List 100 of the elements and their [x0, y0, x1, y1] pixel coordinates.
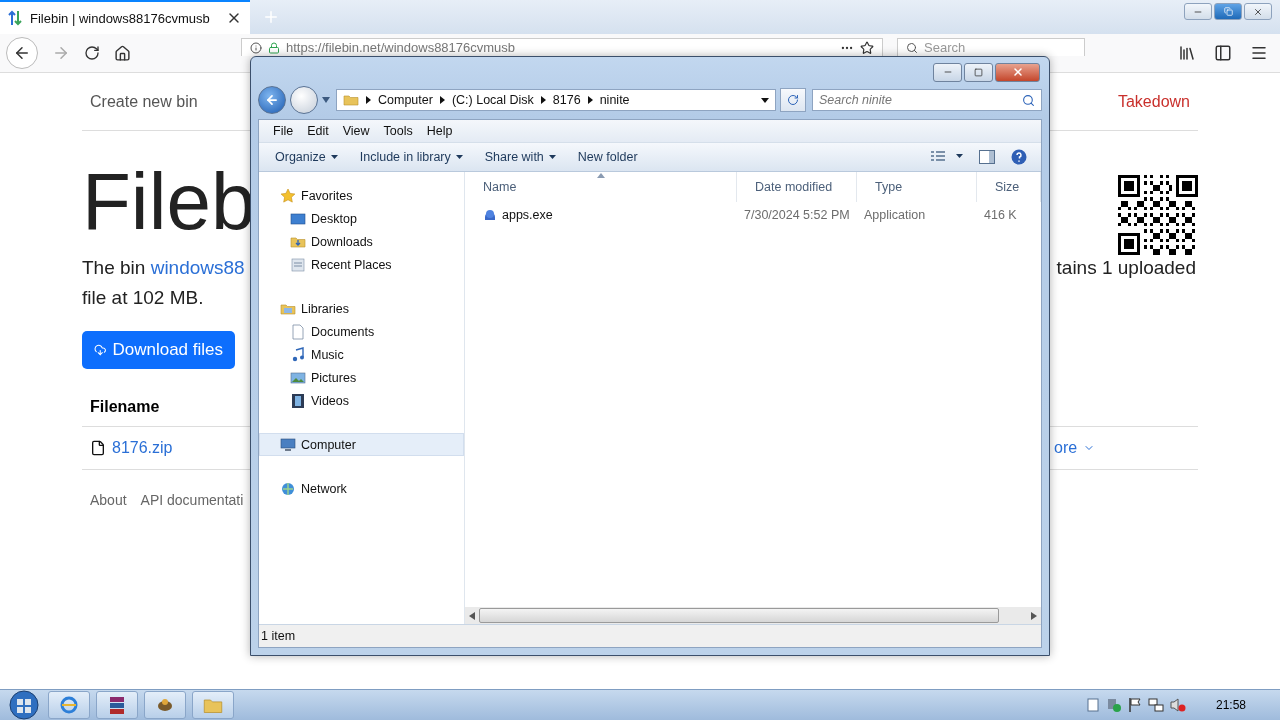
file-link[interactable]: 8176.zip [112, 439, 173, 457]
history-dropdown-icon[interactable] [322, 97, 330, 103]
column-header[interactable]: Type [857, 172, 977, 202]
scroll-right-icon[interactable] [1031, 611, 1037, 620]
flag-icon[interactable] [1127, 697, 1142, 713]
taskbar-button[interactable] [144, 691, 186, 719]
chevron-icon [540, 96, 546, 104]
footer-link[interactable]: About [90, 492, 127, 508]
menu-icon[interactable] [1250, 44, 1268, 62]
taskbar-button[interactable] [96, 691, 138, 719]
menu-item[interactable]: Help [426, 124, 453, 138]
menu-item[interactable]: View [342, 124, 370, 138]
sort-arrow-icon [596, 173, 605, 178]
nav-tree-item[interactable]: Documents [259, 320, 464, 343]
url-text: https://filebin.net/windows88176cvmusb [286, 40, 517, 55]
nav-tree-item[interactable]: Pictures [259, 366, 464, 389]
toolbar-button[interactable]: Organize [267, 147, 346, 167]
application-icon [483, 208, 497, 222]
maximize-button[interactable] [964, 62, 993, 82]
close-icon [1011, 66, 1024, 78]
scrollbar[interactable] [465, 607, 1041, 624]
back-button[interactable] [6, 37, 38, 69]
preview-pane-icon[interactable] [979, 150, 995, 164]
file-detail: Application [864, 208, 926, 222]
file-name: apps.exe [502, 208, 553, 222]
intro-text: tains 1 uploaded [1056, 257, 1196, 279]
scroll-left-icon[interactable] [469, 611, 475, 620]
back-button[interactable] [258, 86, 286, 114]
scrollbar-thumb[interactable] [479, 608, 999, 623]
network-icon[interactable] [1147, 697, 1164, 713]
filebin-logo-icon [8, 10, 22, 26]
folder-icon [343, 92, 359, 108]
help-icon[interactable] [1011, 149, 1027, 165]
takedown-link[interactable]: Takedown [1117, 92, 1190, 111]
nav-tree-item[interactable]: Desktop [259, 207, 464, 230]
minimize-button[interactable] [933, 62, 962, 82]
column-header[interactable]: Size [977, 172, 1041, 202]
breadcrumb-item[interactable]: ninite [599, 93, 630, 107]
forward-button[interactable] [290, 86, 318, 114]
sidebar-icon[interactable] [1214, 44, 1232, 62]
nav-tree-item[interactable]: Downloads [259, 230, 464, 253]
start-button[interactable] [6, 690, 42, 720]
breadcrumb-item[interactable]: Computer [378, 93, 433, 107]
books-icon [107, 695, 127, 715]
reload-icon[interactable] [84, 45, 100, 61]
menu-item[interactable]: Edit [307, 124, 329, 138]
address-bar[interactable]: https://filebin.net/windows88176cvmusb [241, 38, 883, 56]
caret-icon [548, 155, 556, 159]
nav-tree-item[interactable]: Videos [259, 389, 464, 412]
refresh-button[interactable] [780, 88, 806, 112]
recent-places-icon [290, 256, 306, 273]
file-row[interactable]: apps.exe 7/30/2024 5:52 PM Application 416 K [465, 202, 1041, 228]
dropdown-icon[interactable] [761, 97, 769, 103]
nav-tree-item[interactable]: Recent Places [259, 253, 464, 276]
restore-icon [1223, 7, 1233, 16]
column-header[interactable]: Date modified [737, 172, 857, 202]
toolbar-button[interactable]: New folder [569, 147, 646, 167]
caret-icon [330, 155, 338, 159]
nav-tree-item[interactable]: Computer [259, 433, 464, 456]
muted-speaker-icon[interactable] [1169, 697, 1186, 713]
nav-tree-item[interactable]: Libraries [259, 297, 464, 320]
bookmark-star-icon[interactable] [860, 40, 874, 55]
restore-button[interactable] [1214, 3, 1242, 20]
nav-tree-item[interactable]: Network [259, 477, 464, 500]
search-icon [1022, 93, 1035, 107]
tray-icon[interactable] [1085, 698, 1100, 712]
menu-item[interactable]: Tools [383, 124, 413, 138]
clock-text: 21:58 [1214, 698, 1247, 712]
bin-link[interactable]: windows88 [150, 257, 245, 278]
nav-tree-item[interactable]: Favorites [259, 184, 464, 207]
close-button[interactable] [995, 62, 1040, 82]
home-icon[interactable] [114, 44, 131, 62]
breadcrumb-item[interactable]: 8176 [552, 93, 581, 107]
close-button[interactable] [1244, 3, 1272, 20]
view-options-icon[interactable] [931, 151, 963, 163]
document-icon [290, 323, 306, 340]
library-icon[interactable] [1178, 44, 1196, 62]
menu-item[interactable]: File [273, 124, 294, 138]
toolbar-button[interactable]: Share with [476, 147, 564, 167]
column-header[interactable]: Name [465, 172, 737, 202]
more-dropdown[interactable]: ore [1054, 439, 1096, 457]
folder-icon [203, 696, 223, 714]
browser-tab[interactable]: Filebin | windows88176cvmusb [0, 0, 250, 34]
toolbar-button[interactable]: Include in library [351, 147, 471, 167]
file-detail: 416 K [984, 208, 1017, 222]
nav-link[interactable]: Create new bin [90, 92, 198, 111]
address-bar[interactable]: Computer (C:) Local Disk 8176 ninite [336, 89, 776, 111]
download-button[interactable]: Download files [82, 331, 235, 369]
nav-tree-item[interactable]: Music [259, 343, 464, 366]
network-icon [280, 480, 296, 497]
page-heading: Fileb [82, 156, 252, 248]
file-icon [90, 440, 106, 456]
search-field[interactable]: Search ninite [812, 89, 1042, 111]
maximize-icon [974, 67, 983, 77]
star-icon [280, 187, 296, 204]
intro-text: The bin [82, 257, 147, 278]
breadcrumb-item[interactable]: (C:) Local Disk [451, 93, 534, 107]
chevron-icon [366, 96, 371, 104]
footer-link[interactable]: API documentati [140, 492, 244, 508]
taskbar-button[interactable] [48, 691, 90, 719]
